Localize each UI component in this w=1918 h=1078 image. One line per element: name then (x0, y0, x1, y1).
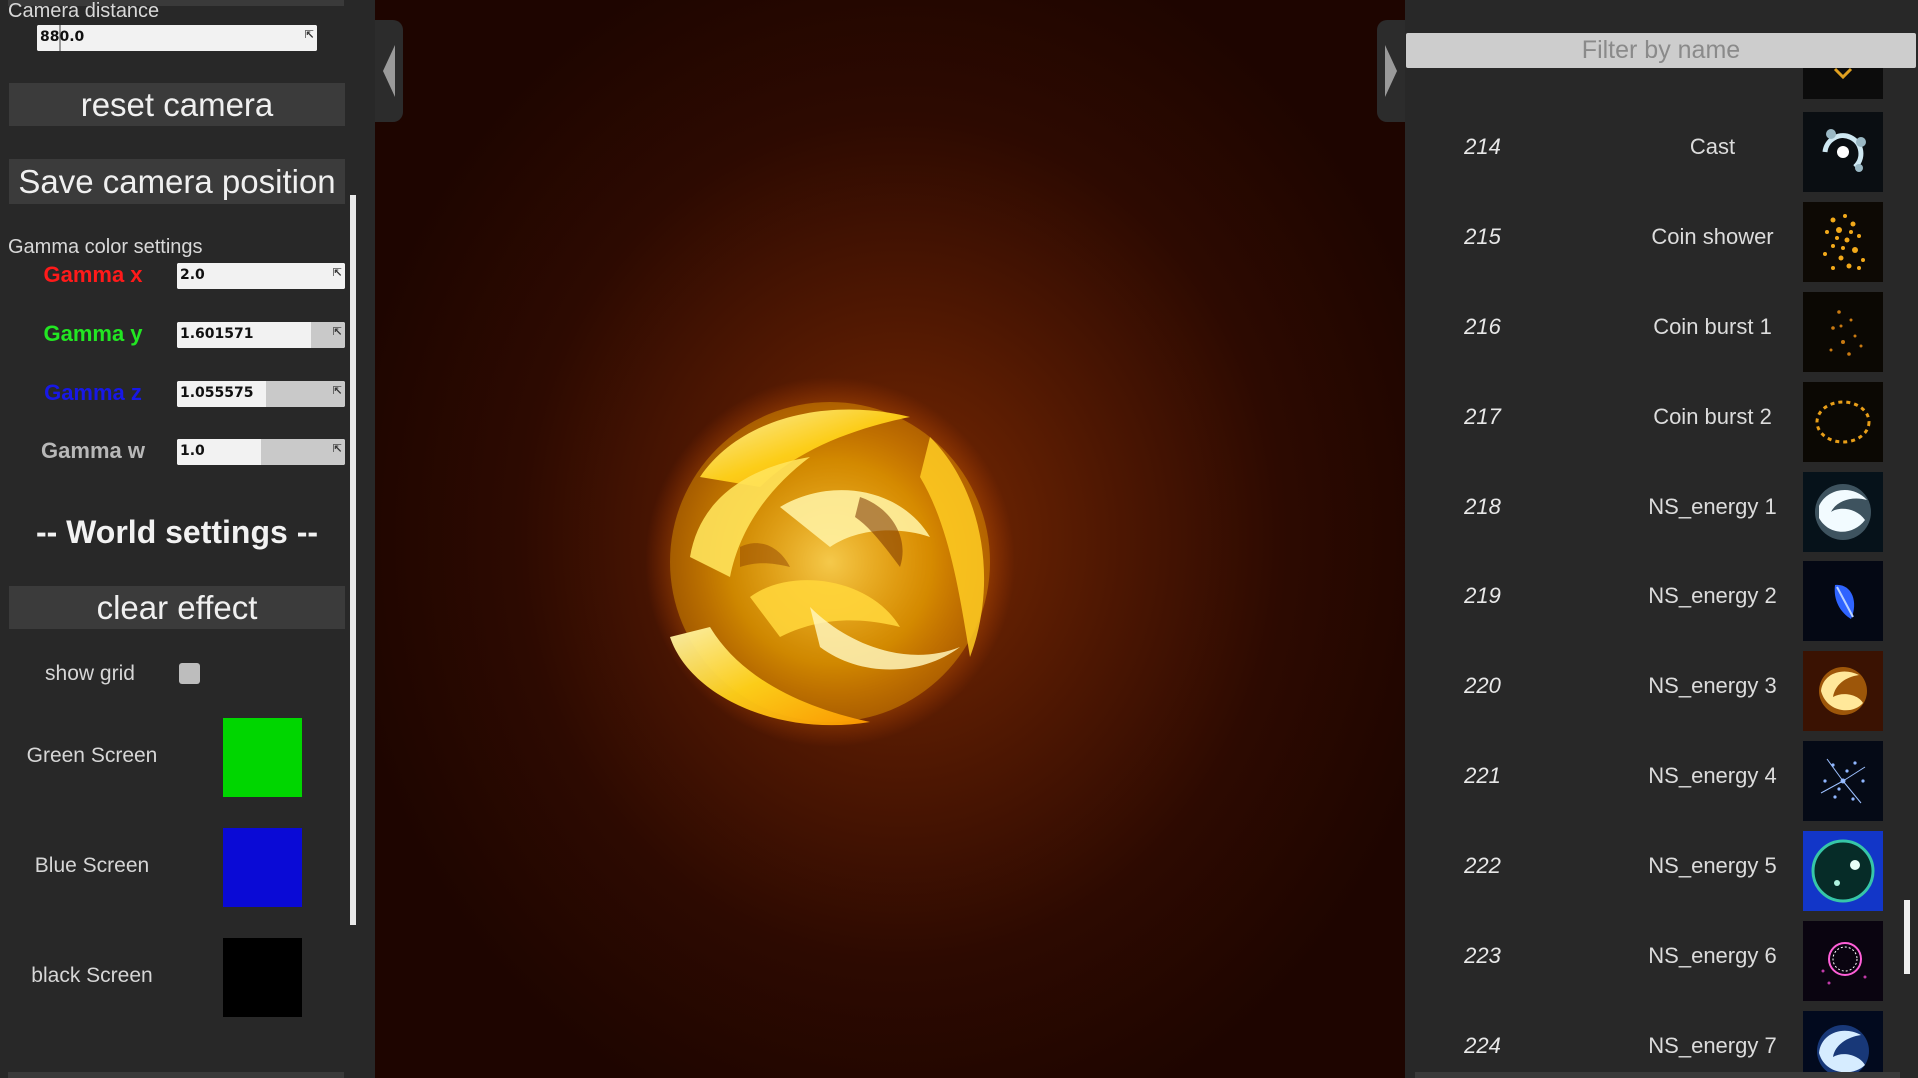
coin-burst-sparse-icon (1803, 292, 1883, 372)
resize-arrows-icon[interactable]: ⇱ (333, 442, 342, 455)
gamma-y-field[interactable]: 1.601571 ⇱ (177, 322, 345, 348)
effect-row-214[interactable]: 214 Cast (1405, 104, 1905, 194)
effects-list-scrollbar[interactable] (1904, 900, 1910, 974)
chevron-right-icon (1385, 45, 1397, 97)
coin-ring-icon (1803, 382, 1883, 462)
ns-energy-4-thumbnail[interactable] (1803, 741, 1883, 821)
clear-effect-button[interactable]: clear effect (9, 586, 345, 629)
filter-by-name-input[interactable] (1406, 33, 1916, 68)
ns-energy-2-thumbnail[interactable] (1803, 561, 1883, 641)
left-panel-scrollbar[interactable] (350, 195, 356, 925)
effect-row-219[interactable]: 219 NS_energy 2 (1405, 553, 1905, 643)
gamma-section-label: Gamma color settings (8, 236, 203, 258)
save-camera-position-button[interactable]: Save camera position (9, 159, 345, 204)
ns-energy-3-thumbnail[interactable] (1803, 651, 1883, 731)
bottom-scroll-strip (1415, 1072, 1900, 1078)
world-settings-heading: -- World settings -- (35, 514, 319, 550)
effect-row-217[interactable]: 217 Coin burst 2 (1405, 374, 1905, 464)
ns-energy-7-thumbnail[interactable] (1803, 1011, 1883, 1078)
effect-number: 223 (1464, 943, 1501, 968)
ns-energy-6-thumbnail[interactable] (1803, 921, 1883, 1001)
gamma-w-field[interactable]: 1.0 ⇱ (177, 439, 345, 465)
fire-swirl-icon (1803, 651, 1883, 731)
resize-arrows-icon[interactable]: ⇱ (305, 28, 314, 41)
gamma-y-label: Gamma y (43, 321, 143, 346)
ns-energy-5-thumbnail[interactable] (1803, 831, 1883, 911)
bottom-scroll-strip (8, 1072, 344, 1078)
gamma-x-field[interactable]: 2.0 ⇱ (177, 263, 345, 289)
effect-row-218[interactable]: 218 NS_energy 1 (1405, 464, 1905, 554)
effect-row-220[interactable]: 220 NS_energy 3 (1405, 643, 1905, 733)
gamma-z-value: 1.055575 (180, 385, 254, 401)
coin-burst-1-thumbnail[interactable] (1803, 292, 1883, 372)
effect-viewport[interactable] (375, 0, 1405, 1078)
blue-swirl-icon (1803, 1011, 1883, 1078)
effect-row-221[interactable]: 221 NS_energy 4 (1405, 733, 1905, 823)
camera-distance-label: Camera distance (8, 0, 160, 22)
effect-number: 217 (1464, 404, 1501, 429)
fire-energy-effect (645, 377, 1015, 747)
effect-number: 220 (1464, 673, 1501, 698)
effect-row-215[interactable]: 215 Coin shower (1405, 194, 1905, 284)
gamma-z-field[interactable]: 1.055575 ⇱ (177, 381, 345, 407)
effect-number: 218 (1464, 494, 1501, 519)
blue-screen-label: Blue Screen (34, 854, 150, 877)
camera-distance-rest (59, 25, 317, 51)
teal-orb-icon (1803, 831, 1883, 911)
gamma-z-label: Gamma z (44, 380, 142, 405)
effect-number: 215 (1464, 224, 1501, 249)
collapse-right-panel-tab[interactable] (1377, 20, 1405, 122)
black-screen-swatch[interactable] (223, 938, 302, 1017)
camera-distance-value: 880.0 (40, 29, 85, 45)
green-screen-label: Green Screen (26, 744, 158, 767)
camera-distance-field[interactable]: 880.0 ⇱ (37, 25, 317, 51)
effect-row-224[interactable]: 224 NS_energy 7 (1405, 1003, 1905, 1078)
blue-leaf-icon (1803, 561, 1883, 641)
effect-number: 219 (1464, 583, 1501, 608)
coin-shower-icon (1803, 202, 1883, 282)
resize-arrows-icon[interactable]: ⇱ (333, 266, 342, 279)
black-screen-label: black Screen (31, 964, 153, 987)
effect-number: 221 (1464, 763, 1501, 788)
gamma-x-value: 2.0 (180, 267, 205, 283)
collapse-left-panel-tab[interactable] (375, 20, 403, 122)
effect-number: 214 (1464, 134, 1501, 159)
blue-screen-swatch[interactable] (223, 828, 302, 907)
chevron-left-icon (383, 45, 395, 97)
white-swirl-icon (1803, 472, 1883, 552)
pink-ring-icon (1803, 921, 1883, 1001)
show-grid-checkbox[interactable] (179, 663, 200, 684)
gamma-x-label: Gamma x (43, 262, 143, 287)
effect-number: 216 (1464, 314, 1501, 339)
gamma-y-value: 1.601571 (180, 326, 254, 342)
gamma-w-value: 1.0 (180, 443, 205, 459)
effect-row-216[interactable]: 216 Coin burst 1 (1405, 284, 1905, 374)
cast-ring-thumbnail[interactable] (1803, 112, 1883, 192)
resize-arrows-icon[interactable]: ⇱ (333, 384, 342, 397)
left-settings-panel: Camera distance 880.0 ⇱ reset camera Sav… (0, 0, 375, 1078)
blue-sparks-icon (1803, 741, 1883, 821)
effect-number: 224 (1464, 1033, 1501, 1058)
green-screen-swatch[interactable] (223, 718, 302, 797)
reset-camera-button[interactable]: reset camera (9, 83, 345, 126)
cast-ring-icon (1803, 112, 1883, 192)
effect-row-222[interactable]: 222 NS_energy 5 (1405, 823, 1905, 913)
gamma-w-label: Gamma w (41, 438, 145, 463)
effect-number: 222 (1464, 853, 1501, 878)
resize-arrows-icon[interactable]: ⇱ (333, 325, 342, 338)
effect-row-223[interactable]: 223 NS_energy 6 (1405, 913, 1905, 1003)
show-grid-label: show grid (45, 662, 135, 685)
coin-shower-thumbnail[interactable] (1803, 202, 1883, 282)
ns-energy-1-thumbnail[interactable] (1803, 472, 1883, 552)
coin-burst-2-thumbnail[interactable] (1803, 382, 1883, 462)
effects-list-panel: 214 Cast 215 Coin shower 216 Coin burst … (1405, 0, 1918, 1078)
